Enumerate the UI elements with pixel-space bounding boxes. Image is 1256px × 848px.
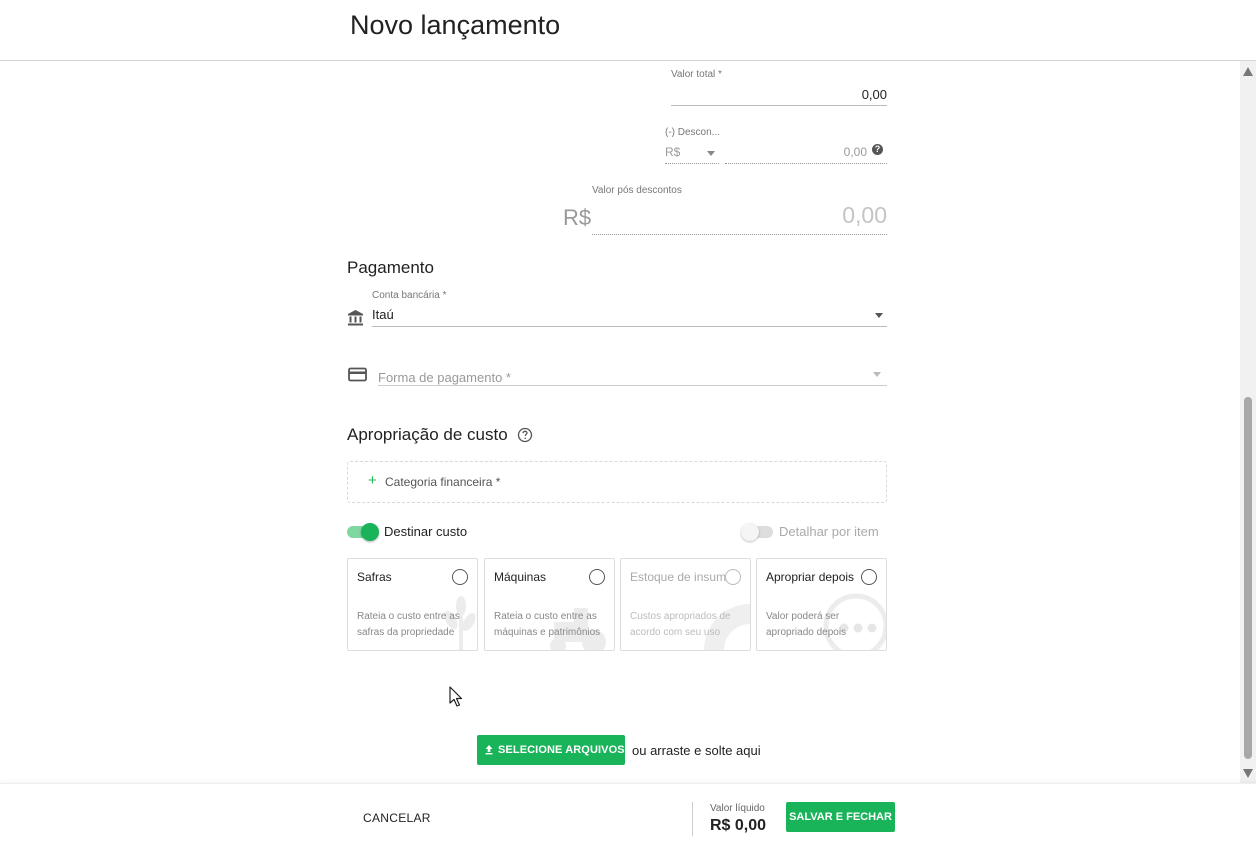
- desconto-input[interactable]: 0,00 ?: [725, 141, 887, 164]
- detalhar-item-toggle[interactable]: [741, 523, 773, 541]
- mouse-cursor-icon: [449, 686, 463, 707]
- card-safras[interactable]: Safras Rateia o custo entre as safras da…: [347, 558, 478, 651]
- dialog-footer: CANCELAR Valor líquido R$ 0,00 SALVAR E …: [0, 783, 1256, 848]
- conta-bancaria-label: Conta bancária *: [372, 290, 447, 301]
- save-and-close-button[interactable]: SALVAR E FECHAR: [786, 802, 895, 832]
- valor-liquido-value: R$ 0,00: [710, 817, 767, 834]
- conta-bancaria-select[interactable]: Itaú: [372, 303, 887, 327]
- footer-divider: [692, 802, 693, 836]
- select-files-button[interactable]: SELECIONE ARQUIVOS: [477, 735, 625, 765]
- pos-descontos-currency: R$: [563, 205, 592, 230]
- chevron-down-icon: [707, 151, 715, 156]
- select-files-label: SELECIONE ARQUIVOS: [498, 744, 625, 756]
- dialog-header: Novo lançamento: [0, 0, 1256, 61]
- scrollbar-thumb[interactable]: [1244, 397, 1252, 759]
- destinar-custo-label: Destinar custo: [384, 524, 468, 539]
- radio-maquinas[interactable]: [589, 569, 605, 585]
- desconto-value: 0,00: [843, 145, 867, 159]
- radio-safras[interactable]: [452, 569, 468, 585]
- conta-bancaria-value: Itaú: [372, 307, 394, 322]
- valor-total-value: 0,00: [861, 87, 887, 102]
- detalhar-item-label: Detalhar por item: [779, 524, 879, 539]
- valor-total-label: Valor total *: [671, 69, 722, 80]
- card-apropriar-depois[interactable]: Apropriar depois Valor poderá ser apropr…: [756, 558, 887, 651]
- apropriacao-title: Apropriação de custo: [347, 425, 508, 444]
- valor-total-input[interactable]: 0,00: [671, 83, 887, 106]
- page-title: Novo lançamento: [350, 10, 561, 40]
- pos-descontos-value: 0,00: [842, 202, 887, 228]
- card-description: Valor poderá ser apropriado depois: [766, 611, 847, 638]
- card-title: Estoque de insumos: [630, 570, 739, 584]
- forma-pagamento-select[interactable]: Forma de pagamento *: [378, 363, 887, 386]
- pagamento-title: Pagamento: [347, 258, 434, 277]
- card-title: Safras: [357, 570, 392, 584]
- bank-icon: [348, 310, 363, 326]
- upload-icon: [485, 745, 493, 755]
- card-description: Rateia o custo entre as safras da propri…: [357, 611, 460, 638]
- chevron-down-icon: [875, 313, 883, 318]
- card-title: Máquinas: [494, 570, 547, 584]
- pos-descontos-label: Valor pós descontos: [592, 185, 682, 196]
- categoria-financeira-label: Categoria financeira *: [385, 475, 501, 489]
- card-maquinas[interactable]: Máquinas Rateia o custo entre as máquina…: [484, 558, 615, 651]
- content-scrollbar[interactable]: [1240, 61, 1256, 783]
- card-estoque-insumos: Estoque de insumos Custos apropriados de…: [620, 558, 751, 651]
- scroll-up-icon[interactable]: [1243, 67, 1253, 76]
- valor-liquido-label: Valor líquido: [710, 803, 765, 814]
- categoria-financeira-add[interactable]: + Categoria financeira *: [347, 461, 887, 503]
- forma-pagamento-placeholder: Forma de pagamento *: [378, 370, 511, 385]
- desconto-currency: R$: [665, 145, 681, 159]
- card-title: Apropriar depois: [766, 570, 855, 584]
- destinar-custo-toggle[interactable]: [347, 523, 379, 541]
- form-content: Valor total * 0,00 (-) Descon... R$ 0,00…: [0, 61, 1256, 783]
- card-description: Rateia o custo entre as máquinas e patri…: [494, 611, 601, 638]
- radio-apropriar-depois[interactable]: [861, 569, 877, 585]
- scroll-down-icon[interactable]: [1243, 769, 1253, 778]
- pos-descontos-input: 0,00: [592, 199, 887, 235]
- cancel-button[interactable]: CANCELAR: [363, 811, 431, 825]
- desconto-label: (-) Descon...: [665, 127, 721, 138]
- upload-hint: ou arraste e solte aqui: [632, 743, 761, 758]
- radio-estoque: [725, 569, 741, 585]
- plus-icon: +: [368, 472, 377, 489]
- chevron-down-icon: [873, 372, 881, 377]
- card-description: Custos apropriados de acordo com seu uso: [630, 611, 731, 638]
- help-circle-icon[interactable]: [517, 427, 533, 443]
- help-icon[interactable]: ?: [872, 144, 883, 155]
- desconto-type-select[interactable]: R$: [665, 141, 719, 164]
- credit-card-icon: [348, 367, 367, 382]
